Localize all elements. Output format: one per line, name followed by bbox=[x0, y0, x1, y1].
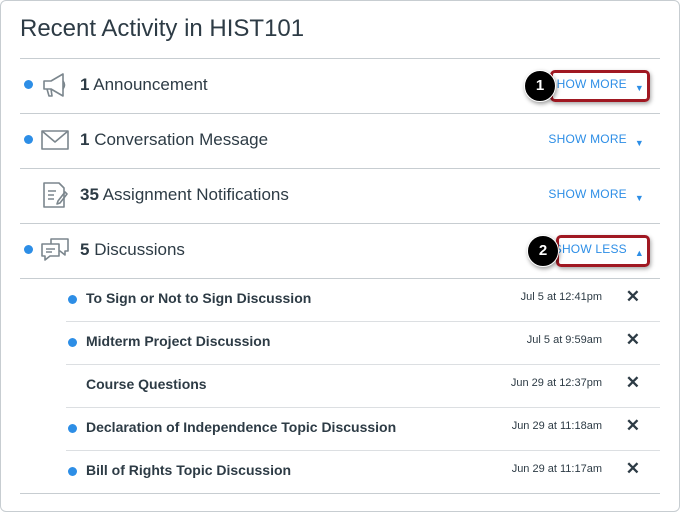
discussion-item[interactable]: Bill of Rights Topic Discussion Jun 29 a… bbox=[66, 450, 660, 493]
discussion-item[interactable]: Course Questions Jun 29 at 12:37pm ✕ bbox=[66, 364, 660, 407]
unread-indicator bbox=[24, 245, 33, 254]
discussion-date: Jun 29 at 11:17am bbox=[511, 463, 602, 475]
activity-row-assignments: 35 Assignment Notifications SHOW MORE ▼ bbox=[20, 168, 660, 222]
close-icon[interactable]: ✕ bbox=[626, 330, 640, 350]
discussion-title[interactable]: Course Questions bbox=[86, 376, 207, 392]
unread-indicator bbox=[68, 338, 77, 347]
close-icon[interactable]: ✕ bbox=[626, 416, 640, 436]
activity-label: 5 Discussions bbox=[80, 240, 185, 259]
activity-row-conversation: 1 Conversation Message SHOW MORE ▼ bbox=[20, 113, 660, 167]
discussion-date: Jun 29 at 11:18am bbox=[511, 420, 602, 432]
discussion-date: Jun 29 at 12:37pm bbox=[510, 377, 602, 389]
show-more-button[interactable]: SHOW MORE ▼ bbox=[548, 187, 644, 203]
unread-indicator bbox=[68, 467, 77, 476]
callout-badge-1: 1 bbox=[524, 70, 556, 102]
activity-label: 1 Conversation Message bbox=[80, 130, 269, 149]
discussion-title[interactable]: Declaration of Independence Topic Discus… bbox=[86, 419, 396, 435]
callout-highlight-show-less bbox=[556, 235, 650, 267]
unread-indicator bbox=[24, 80, 33, 89]
activity-label: 1 Announcement bbox=[80, 75, 208, 94]
unread-indicator bbox=[68, 295, 77, 304]
chevron-down-icon: ▼ bbox=[634, 193, 644, 203]
unread-indicator bbox=[68, 424, 77, 433]
show-more-button[interactable]: SHOW MORE ▼ bbox=[548, 132, 644, 148]
discussion-title[interactable]: To Sign or Not to Sign Discussion bbox=[86, 290, 311, 306]
discussion-icon bbox=[41, 238, 69, 261]
discussion-date: Jul 5 at 12:41pm bbox=[520, 291, 602, 303]
close-icon[interactable]: ✕ bbox=[626, 459, 640, 479]
unread-indicator bbox=[24, 135, 33, 144]
discussion-title[interactable]: Bill of Rights Topic Discussion bbox=[86, 462, 291, 478]
envelope-icon bbox=[41, 130, 69, 150]
callout-badge-2: 2 bbox=[527, 235, 559, 267]
discussion-date: Jul 5 at 9:59am bbox=[526, 334, 602, 346]
chevron-down-icon: ▼ bbox=[634, 138, 644, 148]
megaphone-icon bbox=[43, 73, 66, 97]
discussion-item[interactable]: Midterm Project Discussion Jul 5 at 9:59… bbox=[66, 321, 660, 364]
page-title: Recent Activity in HIST101 bbox=[20, 15, 305, 42]
discussion-title[interactable]: Midterm Project Discussion bbox=[86, 333, 270, 349]
close-icon[interactable]: ✕ bbox=[626, 287, 640, 307]
callout-highlight-show-more bbox=[550, 70, 650, 102]
activity-label: 35 Assignment Notifications bbox=[80, 185, 289, 204]
discussion-item[interactable]: Declaration of Independence Topic Discus… bbox=[66, 407, 660, 450]
discussion-item[interactable]: To Sign or Not to Sign Discussion Jul 5 … bbox=[66, 278, 660, 321]
divider bbox=[20, 493, 660, 494]
close-icon[interactable]: ✕ bbox=[626, 373, 640, 393]
assignment-icon bbox=[43, 182, 68, 208]
